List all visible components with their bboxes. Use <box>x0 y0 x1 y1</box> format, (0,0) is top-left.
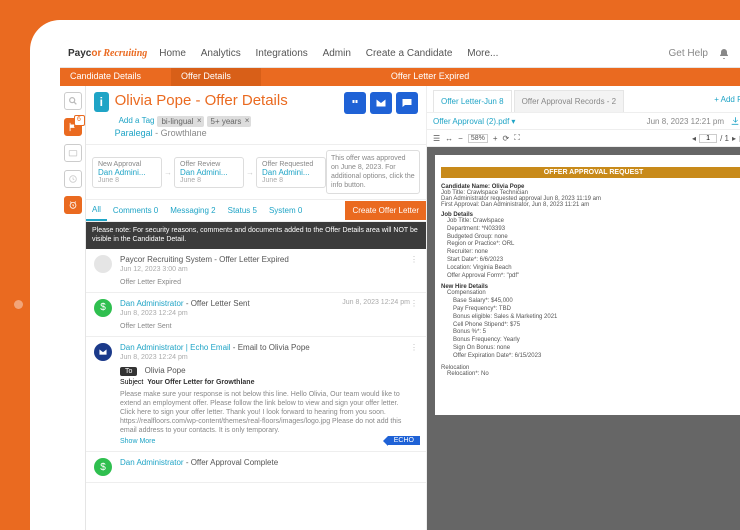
zoom-out-icon[interactable]: − <box>458 134 463 143</box>
feed-item: $ Dan Administrator - Offer Approval Com… <box>86 452 426 483</box>
mail-icon <box>94 343 112 361</box>
tab-offer-details[interactable]: Offer Details <box>171 68 261 86</box>
rotate-icon[interactable]: ⟳ <box>503 134 510 143</box>
approved-note: This offer was approved on June 8, 2023.… <box>326 150 420 194</box>
bell-icon[interactable] <box>718 48 730 60</box>
tab-offer-letter[interactable]: Offer Letter-Jun 8 <box>433 90 512 112</box>
dollar-icon: $ <box>94 299 112 317</box>
nav-more[interactable]: More... <box>467 48 498 59</box>
pdf-toolbar: ☰ ↔ − 58% + ⟳ ⛶ ◂ / 1 ▸ ▦ » <box>427 130 740 147</box>
search-icon[interactable] <box>64 92 82 110</box>
zoom-in-icon[interactable]: + <box>493 134 498 143</box>
brand-logo: Paycor Recruiting <box>68 48 147 59</box>
company-name: - Growthlane <box>153 128 207 138</box>
nav-create-candidate[interactable]: Create a Candidate <box>366 48 453 59</box>
file-date: Jun 8, 2023 12:21 pm <box>647 117 724 126</box>
chevron-right-icon: → <box>246 168 254 177</box>
activity-feed: Paycor Recruiting System - Offer Letter … <box>86 249 426 530</box>
download-icon[interactable] <box>730 116 740 126</box>
nav-links: Home Analytics Integrations Admin Create… <box>153 48 504 59</box>
tag-bilingual[interactable]: bi-lingual <box>157 116 203 127</box>
fullscreen-icon[interactable]: ⛶ <box>514 133 520 143</box>
to-badge: To <box>120 367 137 376</box>
create-offer-letter-button[interactable]: Create Offer Letter <box>345 201 426 220</box>
clock-icon[interactable] <box>64 170 82 188</box>
filter-all[interactable]: All <box>86 200 107 221</box>
page-input[interactable] <box>699 134 717 143</box>
echo-badge: ECHO <box>388 436 420 445</box>
filter-system[interactable]: System 0 <box>263 201 308 220</box>
stage-offer-requested: Offer Requested Dan Admini... June 8 <box>256 157 326 188</box>
top-nav: Paycor Recruiting Home Analytics Integra… <box>60 40 740 68</box>
pdf-page: OFFER APPROVAL REQUEST Candidate Name: O… <box>435 155 740 415</box>
tab-candidate-details[interactable]: Candidate Details <box>60 68 171 86</box>
add-file-link[interactable]: + Add File <box>710 89 740 110</box>
sidebar-toggle-icon[interactable]: ☰ <box>433 134 440 143</box>
mail-button[interactable] <box>370 92 392 114</box>
chat-button[interactable] <box>396 92 418 114</box>
tab-approval-records[interactable]: Offer Approval Records - 2 <box>514 90 625 112</box>
more-icon[interactable]: ⋮ <box>410 343 418 445</box>
stage-offer-review: Offer Review Dan Admini... June 8 <box>174 157 244 188</box>
file-name-link[interactable]: Offer Approval (2).pdf <box>433 117 509 126</box>
nav-admin[interactable]: Admin <box>323 48 351 59</box>
chevron-right-icon: → <box>164 168 172 177</box>
quote-button[interactable] <box>344 92 366 114</box>
tab-offer-expired: Offer Letter Expired <box>381 68 499 86</box>
get-help-link[interactable]: Get Help <box>669 48 708 59</box>
next-page-icon[interactable]: ▸ <box>732 134 736 143</box>
more-icon[interactable]: ⋮ <box>410 299 418 330</box>
folder-icon[interactable] <box>64 144 82 162</box>
info-icon[interactable]: i <box>94 92 109 112</box>
flag-icon[interactable] <box>64 118 82 136</box>
feed-item: Dan Administrator | Echo Email - Email t… <box>86 337 426 452</box>
tab-bar: Candidate Details Offer Details Offer Le… <box>60 68 740 86</box>
page-title: Olivia Pope - Offer Details <box>115 92 288 109</box>
left-sidebar <box>60 86 86 530</box>
avatar <box>94 255 112 273</box>
nav-integrations[interactable]: Integrations <box>256 48 308 59</box>
nav-analytics[interactable]: Analytics <box>201 48 241 59</box>
show-more-link[interactable]: Show More <box>120 438 410 445</box>
filter-messaging[interactable]: Messaging 2 <box>164 201 221 220</box>
filter-status[interactable]: Status 5 <box>222 201 263 220</box>
tag-5years[interactable]: 5+ years <box>207 116 252 127</box>
more-icon[interactable]: ⋮ <box>410 255 418 286</box>
stage-new-approval: New Approval Dan Admini... June 8 <box>92 157 162 188</box>
dollar-icon: $ <box>94 458 112 476</box>
alarm-icon[interactable] <box>64 196 82 214</box>
job-title-link[interactable]: Paralegal <box>115 128 153 138</box>
nav-home[interactable]: Home <box>159 48 186 59</box>
prev-page-icon[interactable]: ◂ <box>692 134 696 143</box>
fit-width-icon[interactable]: ↔ <box>445 134 453 143</box>
security-warning: Please note: For security reasons, comme… <box>86 222 426 248</box>
add-tag-link[interactable]: Add a Tag <box>119 116 155 127</box>
feed-item: Paycor Recruiting System - Offer Letter … <box>86 249 426 293</box>
feed-item: $ Dan Administrator - Offer Letter SentJ… <box>86 293 426 337</box>
zoom-level[interactable]: 58% <box>468 134 488 143</box>
filter-comments[interactable]: Comments 0 <box>107 201 164 220</box>
